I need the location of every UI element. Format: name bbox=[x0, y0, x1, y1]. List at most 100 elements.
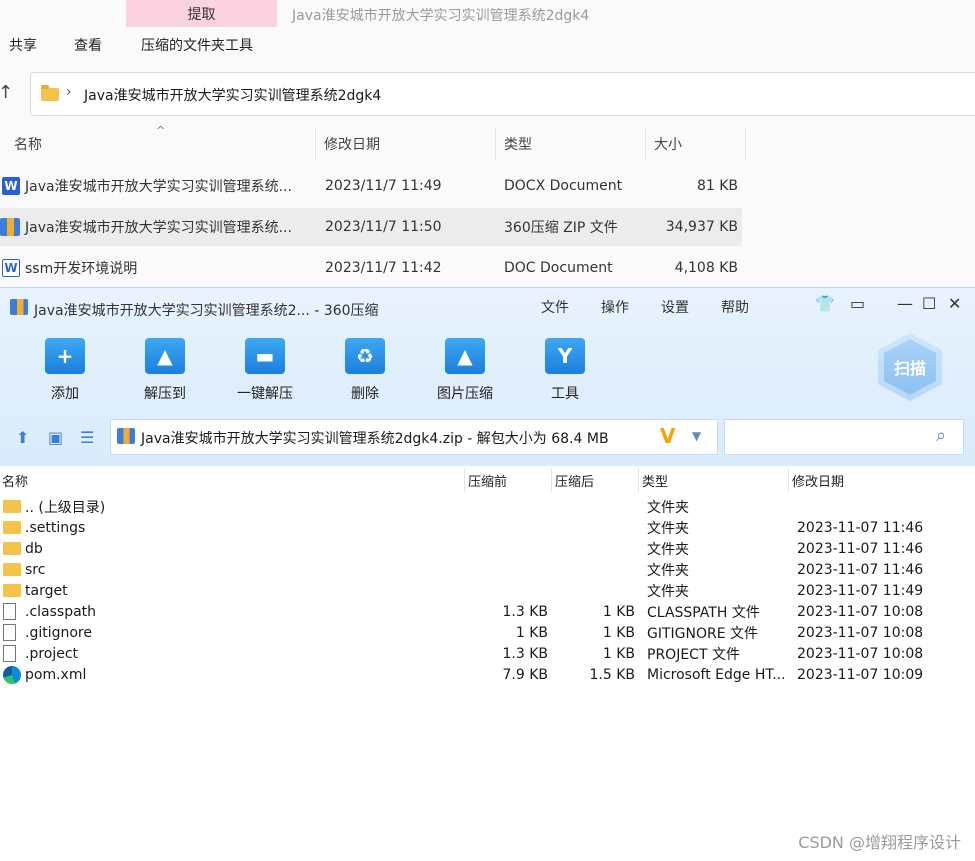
add-label: 添加 bbox=[51, 386, 79, 402]
entry-type: PROJECT 文件 bbox=[647, 646, 740, 663]
delete-icon: ♻ bbox=[345, 338, 385, 374]
column-header-type[interactable]: 类型 bbox=[639, 468, 789, 492]
column-header-date[interactable]: 修改日期 bbox=[316, 128, 496, 160]
image-compress-label: 图片压缩 bbox=[437, 386, 493, 402]
edge-icon bbox=[3, 665, 21, 684]
column-header-before[interactable]: 压缩前 bbox=[465, 468, 552, 492]
entry-size-before bbox=[465, 496, 548, 517]
extract-tab[interactable]: 提取 bbox=[126, 0, 277, 27]
maximize-icon[interactable]: ☐ bbox=[922, 294, 936, 313]
column-header-after[interactable]: 压缩后 bbox=[552, 468, 639, 492]
entry-type: 文件夹 bbox=[647, 499, 689, 516]
add-button[interactable]: + 添加 bbox=[25, 338, 105, 408]
minimize-icon[interactable]: — bbox=[897, 294, 913, 313]
file-size: 81 KB bbox=[696, 178, 738, 194]
entry-size-before bbox=[465, 580, 548, 601]
entry-size-after bbox=[552, 496, 635, 517]
column-header-modified[interactable]: 修改日期 bbox=[789, 468, 975, 492]
column-header-name[interactable]: 名称 bbox=[0, 128, 316, 160]
word-icon: W bbox=[2, 177, 20, 195]
ribbon-tab-compressed-folder-tools[interactable]: 压缩的文件夹工具 bbox=[141, 35, 253, 55]
image-compress-button[interactable]: ▲ 图片压缩 bbox=[425, 338, 505, 408]
zip-archive-window: Java淮安城市开放大学实习实训管理系统2... - 360压缩 文件 操作 设… bbox=[0, 287, 975, 861]
entry-name: .classpath bbox=[25, 603, 97, 620]
chevron-right-icon[interactable]: › bbox=[66, 84, 72, 100]
ribbon-tab-view[interactable]: 查看 bbox=[74, 35, 102, 55]
thumbnail-view-icon[interactable]: ▣ bbox=[48, 428, 63, 447]
delete-label: 删除 bbox=[351, 386, 379, 402]
folder-icon bbox=[41, 85, 59, 101]
file-size: 34,937 KB bbox=[665, 219, 738, 235]
entry-size-before: 1.3 KB bbox=[502, 645, 549, 662]
file-size: 4,108 KB bbox=[674, 260, 738, 276]
search-input[interactable] bbox=[724, 419, 964, 455]
file-row[interactable]: W Java淮安城市开放大学实习实训管理系统... 2023/11/7 11:4… bbox=[0, 167, 742, 205]
image-compress-icon: ▲ bbox=[445, 338, 485, 374]
archive-entry-row[interactable]: .settings 文件夹 2023-11-07 11:46 bbox=[0, 517, 975, 538]
column-header-name[interactable]: 名称 bbox=[0, 468, 465, 492]
archive-entry-row[interactable]: .. (上级目录) 文件夹 bbox=[0, 496, 975, 517]
extract-to-icon: ▲ bbox=[145, 338, 185, 374]
archive-entry-row[interactable]: pom.xml 7.9 KB 1.5 KB Microsoft Edge HT... 2… bbox=[0, 664, 975, 685]
menu-operation[interactable]: 操作 bbox=[601, 297, 629, 317]
archive-entry-row[interactable]: .classpath 1.3 KB 1 KB CLASSPATH 文件 2023-11-… bbox=[0, 601, 975, 622]
archive-entry-row[interactable]: .project 1.3 KB 1 KB PROJECT 文件 2023-11-07 1… bbox=[0, 643, 975, 664]
extract-to-button[interactable]: ▲ 解压到 bbox=[125, 338, 205, 408]
menu-file[interactable]: 文件 bbox=[541, 297, 569, 317]
file-row-selected[interactable]: Java淮安城市开放大学实习实训管理系统... 2023/11/7 11:50 … bbox=[0, 208, 742, 246]
zip-icon bbox=[117, 428, 135, 444]
folder-icon bbox=[3, 542, 21, 555]
one-click-extract-button[interactable]: ▬ 一键解压 bbox=[225, 338, 305, 408]
entry-name: db bbox=[25, 540, 43, 557]
file-icon bbox=[3, 645, 16, 662]
archive-entry-row[interactable]: db 文件夹 2023-11-07 11:46 bbox=[0, 538, 975, 559]
column-header-size[interactable]: 大小 bbox=[646, 128, 746, 160]
entry-type: 文件夹 bbox=[647, 562, 689, 579]
entry-type: 文件夹 bbox=[647, 541, 689, 558]
entry-modified: 2023-11-07 10:09 bbox=[797, 666, 924, 683]
close-icon[interactable]: ✕ bbox=[948, 294, 961, 313]
zip-app-icon bbox=[10, 299, 28, 315]
tools-button[interactable]: Y 工具 bbox=[525, 338, 605, 408]
search-icon[interactable]: ⌕ bbox=[936, 425, 946, 446]
menu-settings[interactable]: 设置 bbox=[661, 297, 689, 317]
list-view-icon[interactable]: ☰ bbox=[80, 428, 94, 447]
entry-name: .project bbox=[25, 645, 79, 662]
ribbon-tab-share[interactable]: 共享 bbox=[9, 35, 37, 55]
up-arrow-icon[interactable]: ↑ bbox=[0, 82, 13, 103]
file-date: 2023/11/7 11:42 bbox=[325, 260, 442, 276]
archive-entry-row[interactable]: src 文件夹 2023-11-07 11:46 bbox=[0, 559, 975, 580]
add-icon: + bbox=[45, 338, 85, 374]
delete-button[interactable]: ♻ 删除 bbox=[325, 338, 405, 408]
file-name: Java淮安城市开放大学实习实训管理系统... bbox=[25, 220, 292, 236]
archive-entry-row[interactable]: target 文件夹 2023-11-07 11:49 bbox=[0, 580, 975, 601]
entry-modified: 2023-11-07 10:08 bbox=[797, 603, 924, 620]
scan-label: 扫描 bbox=[884, 339, 936, 395]
feedback-icon[interactable]: ▭ bbox=[850, 294, 865, 313]
entry-modified: 2023-11-07 10:08 bbox=[797, 624, 924, 641]
column-header-type[interactable]: 类型 bbox=[496, 128, 646, 160]
entry-size-before bbox=[465, 559, 548, 580]
file-explorer-window: 提取 Java淮安城市开放大学实习实训管理系统2dgk4 共享 查看 压缩的文件… bbox=[0, 0, 975, 290]
entry-size-before: 7.9 KB bbox=[502, 666, 549, 683]
entry-modified: 2023-11-07 10:08 bbox=[797, 645, 924, 662]
dropdown-arrow-icon[interactable]: ▼ bbox=[692, 429, 701, 443]
zip-icon bbox=[0, 218, 20, 236]
entry-size-after: 1 KB bbox=[602, 624, 635, 641]
watermark: CSDN @增翔程序设计 bbox=[798, 833, 961, 852]
skin-icon[interactable]: 👕 bbox=[815, 294, 835, 313]
address-path: Java淮安城市开放大学实习实训管理系统2dgk4 bbox=[84, 88, 382, 104]
entry-type: Microsoft Edge HT... bbox=[647, 666, 786, 683]
folder-icon bbox=[3, 521, 21, 534]
entry-size-after: 1 KB bbox=[602, 603, 635, 620]
up-arrow-icon[interactable]: ⬆ bbox=[16, 428, 29, 447]
tools-label: 工具 bbox=[551, 386, 579, 402]
menu-help[interactable]: 帮助 bbox=[721, 297, 749, 317]
extract-to-label: 解压到 bbox=[144, 386, 186, 402]
file-name: Java淮安城市开放大学实习实训管理系统... bbox=[25, 179, 292, 195]
entry-size-after bbox=[552, 580, 635, 601]
file-row[interactable]: W ssm开发环境说明 2023/11/7 11:42 DOC Document… bbox=[0, 249, 742, 287]
archive-entry-row[interactable]: .gitignore 1 KB 1 KB GITIGNORE 文件 2023-11-07… bbox=[0, 622, 975, 643]
one-click-extract-label: 一键解压 bbox=[237, 386, 293, 402]
file-type: DOCX Document bbox=[504, 178, 623, 194]
